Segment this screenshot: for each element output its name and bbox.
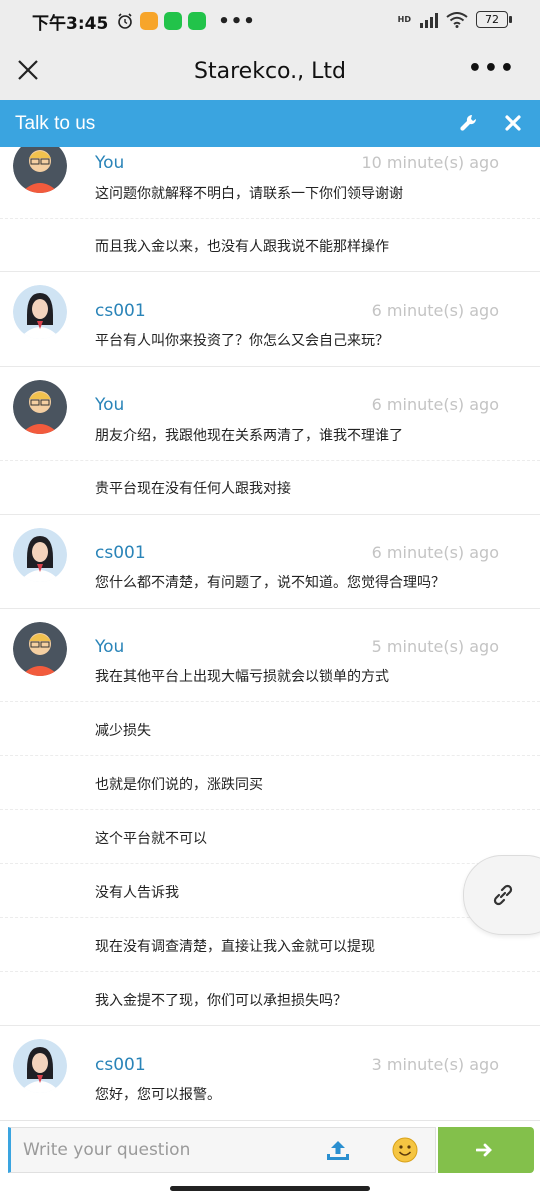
- emoji-icon[interactable]: [392, 1137, 418, 1163]
- message-group: cs001 3 minute(s) ago 您好，您可以报警。: [0, 1026, 540, 1120]
- message-list[interactable]: You 10 minute(s) ago 这问题你就解释不明白，请联系一下你们领…: [0, 147, 540, 1120]
- message-text: 而且我入金以来，也没有人跟我说不能那样操作: [95, 239, 389, 255]
- message-text: 平台有人叫你来投资了？你怎么又会自己来玩？: [95, 333, 389, 349]
- message-time: 6 minute(s) ago: [371, 543, 499, 562]
- message-group: cs001 6 minute(s) ago 平台有人叫你来投资了？你怎么又会自己…: [0, 272, 540, 367]
- status-right: HD 72: [397, 11, 512, 28]
- battery-icon: 72: [476, 11, 512, 28]
- message-time: 6 minute(s) ago: [371, 301, 499, 320]
- status-time: 下午3:45: [32, 13, 109, 34]
- avatar: [13, 1039, 67, 1093]
- avatar: [13, 528, 67, 582]
- signal-icon: [420, 12, 438, 28]
- app-bar: Starekco., Ltd •••: [0, 42, 540, 100]
- message-text: 您好，您可以报警。: [95, 1087, 221, 1103]
- message-time: 3 minute(s) ago: [371, 1055, 499, 1074]
- more-notifications-icon: •••: [218, 10, 256, 32]
- message-group: cs001 6 minute(s) ago 您什么都不清楚，有问题了，说不知道。…: [0, 515, 540, 609]
- arrow-right-icon: [476, 1143, 492, 1157]
- link-icon: [493, 884, 513, 906]
- home-indicator: [170, 1186, 370, 1191]
- message-group: You 6 minute(s) ago 朋友介绍，我跟他现在关系两清了，谁我不理…: [0, 367, 540, 515]
- upload-icon[interactable]: [325, 1138, 351, 1164]
- avatar: [13, 285, 67, 339]
- status-notification-icons: •••: [116, 11, 256, 32]
- app-notification-icon: [140, 12, 159, 30]
- alarm-icon: [116, 12, 134, 30]
- sender-name: cs001: [95, 543, 146, 563]
- page-title: Starekco., Ltd: [194, 58, 346, 84]
- question-input[interactable]: [8, 1127, 436, 1173]
- message-text: 我入金提不了现，你们可以承担损失吗？: [95, 993, 347, 1009]
- close-icon[interactable]: [16, 58, 40, 82]
- more-icon[interactable]: •••: [468, 56, 516, 81]
- message-text: 贵平台现在没有任何人跟我对接: [95, 481, 291, 497]
- wechat-icon: [188, 12, 207, 30]
- message-group: You 10 minute(s) ago 这问题你就解释不明白，请联系一下你们领…: [0, 147, 540, 272]
- chat-title: Talk to us: [15, 112, 96, 134]
- sender-name: cs001: [95, 1055, 146, 1075]
- message-text: 您什么都不清楚，有问题了，说不知道。您觉得合理吗？: [95, 575, 445, 591]
- wrench-icon[interactable]: [458, 112, 480, 134]
- x-icon[interactable]: [502, 112, 524, 134]
- status-bar: 下午3:45 ••• HD 72: [0, 0, 540, 42]
- message-group: You 5 minute(s) ago 我在其他平台上出现大幅亏损就会以锁单的方…: [0, 609, 540, 1026]
- network-type: HD: [397, 15, 411, 24]
- send-button[interactable]: [438, 1127, 534, 1173]
- composer: [0, 1120, 540, 1181]
- sender-name: cs001: [95, 301, 146, 321]
- wechat-icon: [164, 12, 183, 30]
- chat-header: Talk to us: [0, 100, 540, 147]
- wifi-icon: [446, 11, 468, 28]
- link-button[interactable]: [463, 855, 540, 935]
